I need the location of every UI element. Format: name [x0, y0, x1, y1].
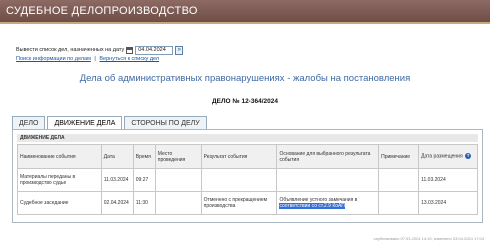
cell-event-name: Материалы переданы в производство судье	[17, 168, 102, 192]
col-event-name: Наименование события	[17, 144, 102, 169]
cell-basis: Объявление устного замечания в соответст…	[276, 191, 380, 215]
table-row: Судебное заседание 02.04.2024 11:30 Отме…	[17, 191, 478, 215]
footer-note: опубликовано 07.03.2024 14:15, изменено …	[373, 236, 484, 241]
app-title: СУДЕБНОЕ ДЕЛОПРОИЗВОДСТВО	[6, 5, 198, 17]
col-place: Место проведения	[154, 144, 202, 169]
section-title: Дела об административных правонарушениях…	[79, 73, 411, 84]
date-input[interactable]	[135, 45, 174, 55]
date-filter-label: Вывести список дел, назначенных на дату	[16, 47, 125, 53]
cell-posted-date: 13.03.2024	[418, 191, 478, 215]
cell-basis	[276, 168, 380, 192]
movement-panel: ДВИЖЕНИЕ ДЕЛА Наименование события Дата …	[12, 129, 483, 223]
col-posted-date: Дата размещения ?	[418, 144, 478, 169]
col-posted-date-label: Дата размещения	[421, 153, 463, 160]
back-to-list-link[interactable]: Вернуться к списку дел	[99, 56, 159, 62]
cell-time: 09:27	[132, 168, 156, 192]
tab-case[interactable]: ДЕЛО	[12, 116, 46, 130]
case-number: ДЕЛО № 12-364/2024	[212, 98, 278, 105]
table-header-row: Наименование события Дата Время Место пр…	[17, 144, 478, 169]
cell-note	[378, 191, 420, 215]
col-result: Результат события	[200, 144, 278, 169]
cell-time: 11:30	[132, 191, 156, 215]
cell-date: 11.03.2024	[100, 168, 134, 192]
cell-result: Отменено с прекращением производства	[200, 191, 278, 215]
cell-event-name: Судебное заседание	[17, 191, 102, 215]
cell-note	[378, 168, 420, 192]
cell-date: 02.04.2024	[100, 191, 134, 215]
go-button[interactable]: »	[175, 45, 184, 55]
col-date: Дата	[100, 144, 134, 169]
col-note: Примечание	[378, 144, 420, 169]
panel-caption: ДВИЖЕНИЕ ДЕЛА	[17, 134, 478, 142]
basis-highlight: соответствии со ст.2.9 КоАП	[279, 203, 345, 209]
cell-result	[200, 168, 278, 192]
table-row: Материалы переданы в производство судье …	[17, 168, 478, 192]
cell-posted-date: 11.03.2024	[418, 168, 478, 192]
app-header: СУДЕБНОЕ ДЕЛОПРОИЗВОДСТВО	[0, 0, 490, 24]
col-time: Время	[132, 144, 156, 169]
col-basis: Основание для выбранного результата собы…	[276, 144, 380, 169]
date-filter: Вывести список дел, назначенных на дату …	[16, 44, 184, 56]
calendar-icon[interactable]	[126, 46, 134, 54]
cell-place	[154, 191, 202, 215]
search-info-link[interactable]: Поиск информации по делам	[16, 56, 91, 62]
tab-parties[interactable]: СТОРОНЫ ПО ДЕЛУ	[124, 116, 207, 130]
events-table: Наименование события Дата Время Место пр…	[17, 144, 478, 215]
help-icon[interactable]: ?	[465, 153, 472, 160]
tab-bar: ДЕЛО ДВИЖЕНИЕ ДЕЛА СТОРОНЫ ПО ДЕЛУ	[12, 116, 209, 131]
cell-place	[154, 168, 202, 192]
links-row: Поиск информации по делам | Вернуться к …	[16, 56, 159, 62]
link-separator: |	[94, 56, 96, 62]
